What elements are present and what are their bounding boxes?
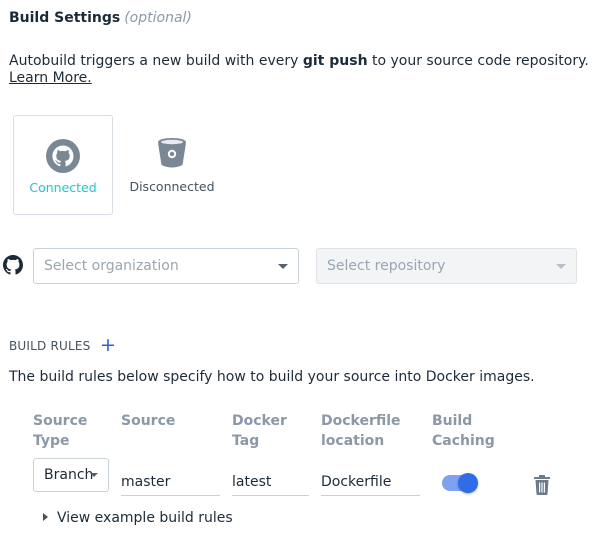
source-type-select[interactable]: Branch [33, 458, 109, 492]
section-title: Build Settings (optional) [9, 10, 192, 26]
source-field-value: master [121, 474, 171, 490]
description-suffix: to your source code repository. [367, 53, 589, 69]
column-header-source: Source [121, 412, 175, 432]
github-status-label: Connected [29, 180, 97, 195]
source-field[interactable]: master [121, 470, 220, 496]
column-header-line: Source [121, 413, 176, 429]
column-header-build-caching: Build Caching [432, 412, 495, 451]
build-caching-toggle[interactable] [442, 473, 478, 493]
column-header-line: location [321, 432, 385, 449]
repository-select-placeholder: Select repository [327, 258, 446, 274]
docker-tag-field[interactable]: latest [232, 470, 309, 496]
description-git-push: git push [302, 53, 368, 69]
view-example-build-rules-link[interactable]: View example build rules [43, 510, 233, 526]
bitbucket-provider-card[interactable]: Disconnected [122, 115, 222, 215]
column-header-dockerfile-location: Dockerfile location [321, 412, 401, 451]
column-header-line: Source [33, 413, 88, 429]
chevron-down-icon [90, 473, 98, 477]
organization-select[interactable]: Select organization [33, 248, 299, 284]
column-header-line: Type [33, 432, 70, 449]
github-icon [46, 139, 80, 173]
github-provider-card[interactable]: Connected [13, 115, 113, 215]
description-prefix: Autobuild triggers a new build with ever… [9, 53, 303, 69]
section-title-text: Build Settings [9, 10, 121, 26]
column-header-line: Tag [232, 432, 260, 449]
column-header-line: Docker [232, 413, 287, 429]
autobuild-description: Autobuild triggers a new build with ever… [9, 51, 589, 71]
toggle-knob [458, 473, 478, 493]
organization-select-placeholder: Select organization [44, 258, 179, 274]
optional-label: (optional) [124, 10, 192, 26]
example-link-label: View example build rules [57, 510, 233, 526]
learn-more-link[interactable]: Learn More. [9, 70, 92, 86]
repository-select[interactable]: Select repository [316, 248, 577, 284]
column-header-source-type: Source Type [33, 412, 87, 451]
build-rules-heading: BUILD RULES [9, 339, 91, 353]
chevron-down-icon [278, 264, 288, 269]
dockerfile-location-field[interactable]: Dockerfile [321, 470, 420, 496]
bitbucket-status-label: Disconnected [129, 179, 215, 194]
plus-icon[interactable]: + [100, 335, 116, 355]
column-header-line: Caching [432, 432, 495, 449]
trash-icon[interactable] [533, 475, 551, 495]
github-icon [3, 255, 23, 275]
dockerfile-location-field-value: Dockerfile [321, 474, 392, 490]
chevron-down-icon [556, 264, 566, 269]
column-header-line: Dockerfile [321, 413, 401, 429]
column-header-line: Build [432, 413, 473, 429]
bitbucket-icon [158, 138, 186, 168]
source-type-value: Branch [44, 467, 94, 483]
build-rules-description: The build rules below specify how to bui… [9, 369, 535, 385]
docker-tag-field-value: latest [232, 474, 272, 490]
caret-right-icon [43, 513, 48, 521]
column-header-docker-tag: Docker Tag [232, 412, 287, 451]
